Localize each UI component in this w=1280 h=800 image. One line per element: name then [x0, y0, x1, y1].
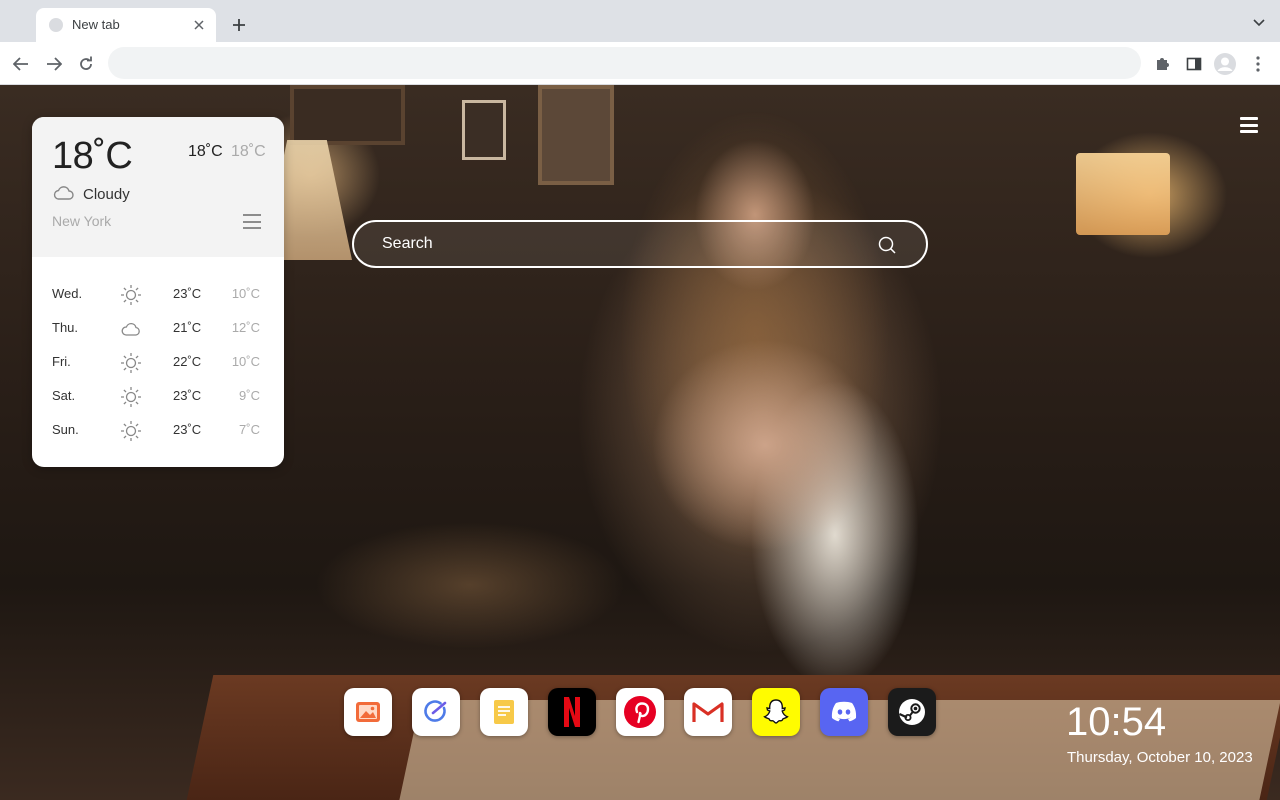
tab-title: New tab	[72, 17, 120, 32]
notes-app-button[interactable]	[480, 688, 528, 736]
search-box	[352, 220, 928, 268]
photos-icon	[356, 702, 380, 722]
gmail-app-button[interactable]	[684, 688, 732, 736]
clock-time: 10:54	[1066, 700, 1167, 744]
address-bar[interactable]	[108, 47, 1141, 79]
steam-app-button[interactable]	[888, 688, 936, 736]
back-arrow-icon[interactable]	[10, 53, 32, 75]
wall-picture-frame	[290, 85, 405, 145]
gmail-icon	[692, 702, 724, 722]
photos-app-button[interactable]	[344, 688, 392, 736]
pinterest-app-button[interactable]	[616, 688, 664, 736]
tab-new-tab[interactable]: New tab	[36, 8, 216, 42]
forecast-day: Fri.	[52, 354, 71, 369]
high-temperature: 18˚C	[188, 143, 223, 160]
forecast-high: 23˚C	[173, 422, 202, 437]
side-panel-icon[interactable]	[1183, 53, 1205, 75]
clock-date: Thursday, October 10, 2023	[1067, 749, 1253, 766]
tasks-app-button[interactable]	[412, 688, 460, 736]
sun-icon	[121, 421, 141, 441]
new-tab-page: 18˚C 18˚C 18˚C Cloudy New York Wed. 23˚C…	[0, 85, 1280, 800]
forecast-low: 10˚C	[231, 354, 260, 369]
netflix-icon	[564, 697, 580, 727]
notes-icon	[494, 700, 514, 724]
cloud-icon	[53, 186, 74, 200]
list-menu-icon[interactable]	[243, 214, 261, 229]
cloud-icon	[121, 323, 140, 336]
current-temperature: 18˚C	[52, 135, 133, 177]
tasks-check-icon	[424, 700, 447, 722]
new-tab-plus-icon[interactable]	[228, 14, 250, 36]
snapchat-app-button[interactable]	[752, 688, 800, 736]
forecast-high: 21˚C	[173, 320, 202, 335]
discord-icon	[831, 701, 857, 722]
forecast-row: Sun. 23˚C 7˚C	[32, 413, 284, 447]
hamburger-menu-icon[interactable]	[1240, 117, 1258, 133]
forecast-row: Wed. 23˚C 10˚C	[32, 277, 284, 311]
weather-city: New York	[52, 213, 112, 229]
forecast-day: Wed.	[52, 286, 83, 301]
search-input[interactable]	[382, 232, 852, 256]
more-vert-icon[interactable]	[1247, 53, 1269, 75]
forecast-row: Sat. 23˚C 9˚C	[32, 379, 284, 413]
forecast-high: 23˚C	[173, 388, 202, 403]
weather-condition: Cloudy	[83, 186, 130, 203]
sun-icon	[121, 353, 141, 373]
search-icon[interactable]	[878, 236, 896, 254]
discord-app-button[interactable]	[820, 688, 868, 736]
forecast-low: 7˚C	[239, 422, 260, 437]
weather-forecast: Wed. 23˚C 10˚C Thu. 21˚C 12˚C Fri. 22˚C …	[32, 277, 284, 447]
forecast-day: Sat.	[52, 388, 76, 403]
tab-favicon-icon	[49, 18, 63, 32]
forecast-row: Fri. 22˚C 10˚C	[32, 345, 284, 379]
snapchat-icon	[763, 699, 789, 724]
profile-avatar-icon[interactable]	[1214, 53, 1236, 75]
wall-picture-frame	[462, 100, 506, 160]
lamp-shade	[1076, 153, 1170, 235]
forecast-row: Thu. 21˚C 12˚C	[32, 311, 284, 345]
forecast-high: 23˚C	[173, 286, 202, 301]
forecast-low: 12˚C	[231, 320, 260, 335]
tab-strip: New tab	[0, 0, 1280, 42]
weather-current: 18˚C 18˚C 18˚C Cloudy New York	[32, 117, 284, 257]
sun-icon	[121, 387, 141, 407]
forecast-low: 9˚C	[239, 388, 260, 403]
reload-icon[interactable]	[75, 53, 97, 75]
forecast-high: 22˚C	[173, 354, 202, 369]
wallpaper-portrait	[545, 105, 965, 715]
extensions-puzzle-icon[interactable]	[1151, 53, 1173, 75]
forecast-low: 10˚C	[231, 286, 260, 301]
chevron-down-icon[interactable]	[1250, 14, 1268, 32]
app-dock	[344, 688, 936, 736]
sun-icon	[121, 285, 141, 305]
forward-arrow-icon[interactable]	[43, 53, 65, 75]
low-temperature: 18˚C	[231, 143, 266, 160]
pinterest-icon	[624, 696, 656, 728]
close-icon[interactable]	[190, 16, 208, 34]
netflix-app-button[interactable]	[548, 688, 596, 736]
weather-widget: 18˚C 18˚C 18˚C Cloudy New York Wed. 23˚C…	[32, 117, 284, 467]
forecast-day: Sun.	[52, 422, 79, 437]
steam-icon	[899, 699, 925, 725]
forecast-day: Thu.	[52, 320, 79, 335]
browser-toolbar	[0, 42, 1280, 85]
